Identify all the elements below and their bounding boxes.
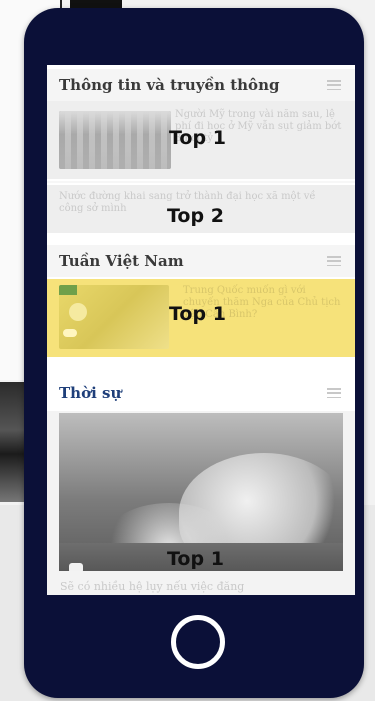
section-header-thong-tin: Thông tin và truyền thông bbox=[47, 69, 355, 101]
rank-badge: Top 1 bbox=[169, 127, 226, 149]
rank-badge: Top 1 bbox=[169, 303, 226, 325]
rank-badge: Top 2 bbox=[167, 205, 224, 227]
article-item[interactable]: Người Mỹ trong vài năm sau, lệ phí đi họ… bbox=[47, 101, 355, 179]
rank-badge: Top 1 bbox=[167, 548, 224, 570]
hamburger-menu-icon[interactable] bbox=[327, 388, 341, 398]
article-thumbnail bbox=[59, 111, 171, 169]
article-snippet: Sẽ có nhiều hệ lụy nếu việc đăng bbox=[60, 580, 245, 593]
hamburger-menu-icon[interactable] bbox=[327, 80, 341, 90]
section-title: Tuần Việt Nam bbox=[59, 252, 184, 270]
section-title: Thông tin và truyền thông bbox=[59, 76, 280, 94]
article-item[interactable]: Nước đường khai sang trở thành đại học x… bbox=[47, 185, 355, 233]
article-item-highlighted[interactable]: Trung Quốc muốn gì với chuyến thăm Nga c… bbox=[47, 279, 355, 357]
section-header-thoi-su: Thời sự bbox=[47, 377, 355, 409]
camera-icon bbox=[69, 563, 83, 571]
section-header-tuan-viet-nam: Tuần Việt Nam bbox=[47, 245, 355, 277]
section-title: Thời sự bbox=[59, 384, 122, 402]
article-thumbnail bbox=[59, 285, 169, 349]
home-button[interactable] bbox=[171, 615, 225, 669]
hamburger-menu-icon[interactable] bbox=[327, 256, 341, 266]
divider bbox=[47, 181, 355, 183]
